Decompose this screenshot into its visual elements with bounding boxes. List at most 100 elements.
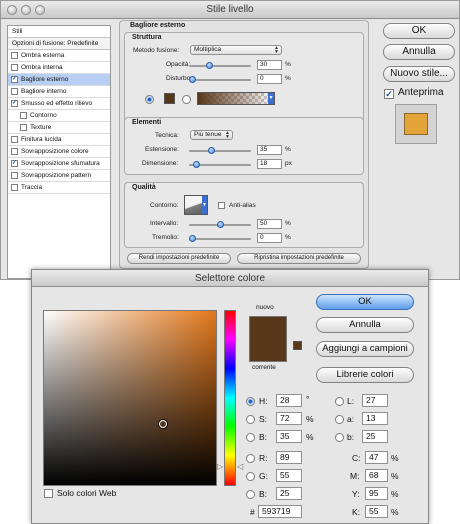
technique-select[interactable]: Più tenue ▲ ▼: [190, 130, 233, 140]
hue-radio[interactable]: [246, 397, 255, 406]
blue-radio[interactable]: [246, 490, 255, 499]
dropdown-arrow-icon[interactable]: ▼: [202, 196, 207, 214]
noise-slider[interactable]: [189, 76, 251, 83]
new-style-button[interactable]: Nuovo stile...: [383, 66, 455, 82]
hue-input[interactable]: 28: [276, 394, 302, 407]
preview-checkbox[interactable]: ✓: [384, 89, 394, 99]
color-field[interactable]: [43, 310, 217, 486]
dropdown-arrow-icon[interactable]: ▼: [268, 93, 274, 104]
range-slider-knob[interactable]: [216, 221, 224, 228]
jitter-input[interactable]: 0: [257, 233, 282, 243]
cancel-button[interactable]: Annulla: [316, 317, 414, 333]
b-channel-input[interactable]: 25: [362, 430, 388, 443]
cyan-input[interactable]: 47: [365, 451, 388, 464]
hex-input[interactable]: 593719: [258, 505, 302, 518]
brightness-input[interactable]: 35: [276, 430, 302, 443]
cancel-button[interactable]: Annulla: [383, 44, 455, 60]
red-radio[interactable]: [246, 454, 255, 463]
saturation-label: S:: [259, 414, 268, 424]
sidebar-item[interactable]: Ombra esterna: [8, 50, 110, 62]
sidebar-item[interactable]: Traccia: [8, 182, 110, 194]
color-field-cursor[interactable]: [159, 420, 167, 428]
hue-slider-right-arrow-icon[interactable]: ◁: [237, 462, 243, 471]
opacity-slider-knob[interactable]: [205, 62, 213, 69]
size-input[interactable]: 18: [257, 159, 282, 169]
add-to-swatches-button[interactable]: Aggiungi a campioni: [316, 341, 414, 357]
glow-color-swatch[interactable]: [164, 93, 175, 104]
reset-default-button[interactable]: Ripristina impostazioni predefinite: [237, 253, 361, 264]
sidebar-item-checkbox[interactable]: [11, 64, 18, 71]
jitter-slider[interactable]: [189, 235, 251, 242]
web-safe-color-icon[interactable]: [293, 341, 302, 350]
sidebar-item[interactable]: Finitura lucida: [8, 134, 110, 146]
ok-button[interactable]: OK: [383, 23, 455, 39]
red-input[interactable]: 89: [276, 451, 302, 464]
noise-slider-knob[interactable]: [189, 76, 196, 83]
sidebar-header[interactable]: Stili: [8, 26, 110, 38]
sidebar-item[interactable]: ✓ Smusso ed effetto rilievo: [8, 98, 110, 110]
sidebar-item[interactable]: Sovrapposizione colore: [8, 146, 110, 158]
make-default-button[interactable]: Rendi impostazioni predefinite: [127, 253, 231, 264]
black-input[interactable]: 55: [365, 505, 388, 518]
sidebar-item-checkbox[interactable]: [11, 52, 18, 59]
chevron-updown-icon: ▲ ▼: [225, 130, 230, 140]
contour-preview[interactable]: ▼: [184, 195, 208, 215]
sidebar-item[interactable]: Sovrapposizione pattern: [8, 170, 110, 182]
blue-input[interactable]: 25: [276, 487, 302, 500]
sidebar-item-checkbox[interactable]: [20, 124, 27, 131]
saturation-input[interactable]: 72: [276, 412, 302, 425]
solid-color-radio[interactable]: [145, 95, 154, 104]
sidebar-item[interactable]: Bagliore interno: [8, 86, 110, 98]
sidebar-item-checkbox[interactable]: [11, 88, 18, 95]
green-radio[interactable]: [246, 472, 255, 481]
sidebar-item-checkbox[interactable]: ✓: [11, 160, 18, 167]
sidebar-item[interactable]: ✓ Sovrapposizione sfumatura: [8, 158, 110, 170]
green-input[interactable]: 55: [276, 469, 302, 482]
gradient-radio[interactable]: [182, 95, 191, 104]
opacity-slider[interactable]: [189, 62, 251, 69]
blend-mode-select[interactable]: Moltiplica ▲ ▼: [190, 45, 282, 55]
spread-slider[interactable]: [189, 147, 251, 154]
sidebar-item-checkbox[interactable]: [11, 172, 18, 179]
hue-slider[interactable]: [224, 310, 236, 486]
noise-unit: %: [285, 75, 291, 82]
a-channel-input[interactable]: 13: [362, 412, 388, 425]
saturation-radio[interactable]: [246, 415, 255, 424]
a-channel-radio[interactable]: [335, 415, 344, 424]
opacity-input[interactable]: 30: [257, 60, 282, 70]
sidebar-item[interactable]: Ombra interna: [8, 62, 110, 74]
sidebar-item[interactable]: Texture: [8, 122, 110, 134]
sidebar-item-checkbox[interactable]: ✓: [11, 76, 18, 83]
lightness-input[interactable]: 27: [362, 394, 388, 407]
ok-button[interactable]: OK: [316, 294, 414, 310]
new-color-swatch: [249, 316, 287, 339]
brightness-radio[interactable]: [246, 433, 255, 442]
sidebar-item-checkbox[interactable]: [11, 184, 18, 191]
sidebar-item-blend-options[interactable]: Opzioni di fusione: Predefinite: [8, 38, 110, 50]
size-slider-knob[interactable]: [192, 161, 200, 168]
sidebar-item[interactable]: Contorno: [8, 110, 110, 122]
gradient-picker[interactable]: ▼: [197, 92, 275, 105]
size-slider[interactable]: [189, 161, 251, 168]
hue-slider-left-arrow-icon[interactable]: ▷: [217, 462, 223, 471]
current-color-swatch[interactable]: [249, 339, 287, 362]
noise-input[interactable]: 0: [257, 74, 282, 84]
sidebar-item-checkbox[interactable]: [11, 148, 18, 155]
jitter-slider-knob[interactable]: [189, 235, 196, 242]
sidebar-item-label: Smusso ed effetto rilievo: [21, 100, 93, 107]
spread-input[interactable]: 35: [257, 145, 282, 155]
antialias-checkbox[interactable]: [218, 202, 225, 209]
sidebar-item-checkbox[interactable]: [11, 136, 18, 143]
range-slider[interactable]: [189, 221, 251, 228]
sidebar-item-checkbox[interactable]: [20, 112, 27, 119]
color-libraries-button[interactable]: Librerie colori: [316, 367, 414, 383]
sidebar-item[interactable]: ✓ Bagliore esterno: [8, 74, 110, 86]
cyan-unit: %: [391, 453, 399, 463]
lightness-radio[interactable]: [335, 397, 344, 406]
b-channel-radio[interactable]: [335, 433, 344, 442]
sidebar-item-checkbox[interactable]: ✓: [11, 100, 18, 107]
range-input[interactable]: 50: [257, 219, 282, 229]
magenta-input[interactable]: 68: [365, 469, 388, 482]
web-colors-checkbox[interactable]: [44, 489, 53, 498]
yellow-input[interactable]: 95: [365, 487, 388, 500]
